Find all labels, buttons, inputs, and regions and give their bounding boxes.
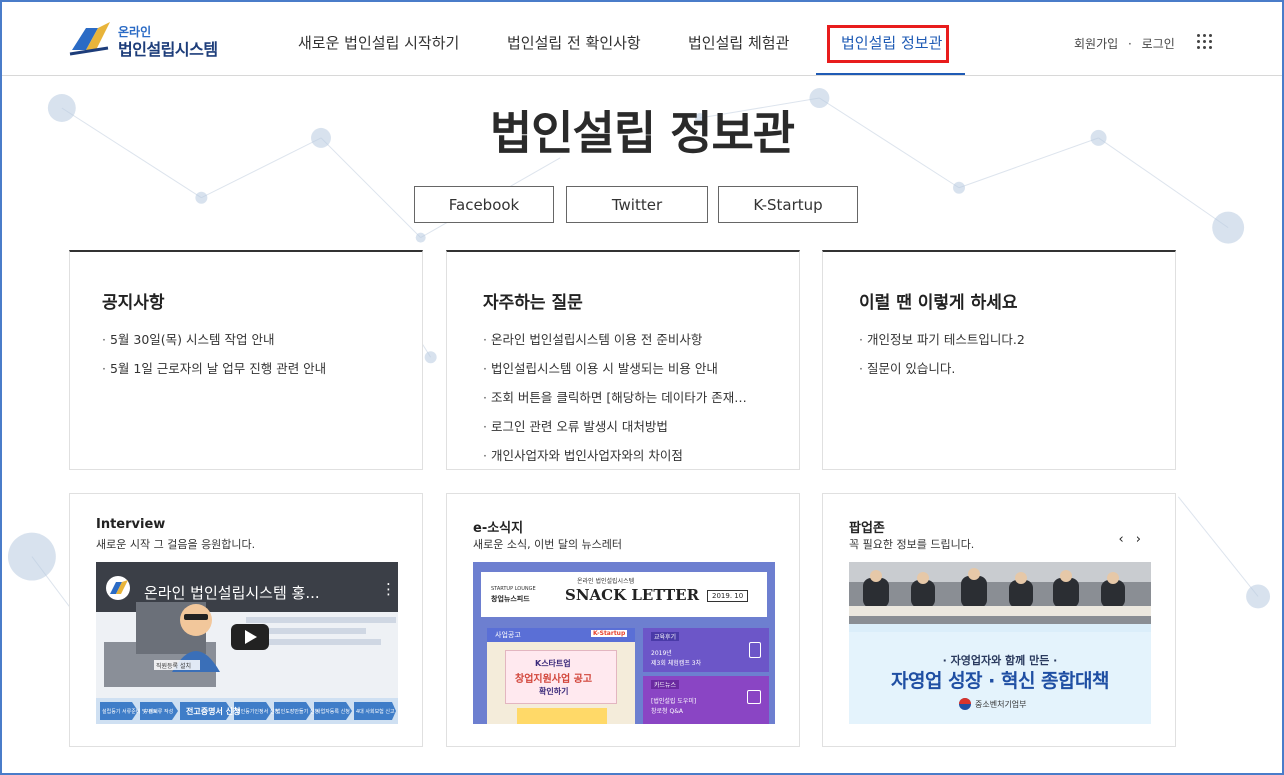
interview-card: Interview 새로운 시작 그 걸음을 응원합니다. 설립등기 서류준비 … [69, 493, 423, 747]
howto-list: 개인정보 파기 테스트입니다.2 질문이 있습니다. [859, 332, 1025, 390]
notice-title[interactable]: 공지사항 [102, 288, 165, 313]
kstartup-panel: 사업공고 K-Startup K스타트업 창업지원사업 공고 확인하기 [487, 628, 635, 724]
edu-line2: 제3회 체험캠프 3차 [651, 660, 702, 667]
logo-icon [69, 22, 110, 56]
notice-list: 5월 30일(목) 시스템 작업 안내 5월 1일 근로자의 날 업무 진행 관… [102, 332, 326, 390]
list-item[interactable]: 온라인 법인설립시스템 이용 전 준비사항 [483, 332, 747, 361]
kstartup-title: K스타트업 [535, 659, 571, 668]
nav-pre-checklist[interactable]: 법인설립 전 확인사항 [507, 32, 641, 53]
logo-icon [106, 576, 130, 600]
interview-title: Interview [96, 517, 166, 532]
site-logo[interactable]: 온라인 법인설립시스템 [68, 20, 238, 60]
list-item[interactable]: 로그인 관련 오류 발생시 대처방법 [483, 419, 747, 448]
section-label: 사업공고 [495, 631, 521, 639]
list-item[interactable]: 법인설립시스템 이용 시 발생되는 비용 안내 [483, 361, 747, 390]
newsletter-name: SNACK LETTER [565, 586, 700, 604]
faq-list: 온라인 법인설립시스템 이용 전 준비사항 법인설립시스템 이용 시 발생되는 … [483, 332, 747, 477]
newsletter-thumbnail[interactable]: STARTUP LOUNGE 창업뉴스피드 온라인 법인설립시스템 SNACK … [473, 562, 775, 724]
popup-banner[interactable]: · 자영업자와 함께 만든 · 자영업 성장 · 혁신 종합대책 중소벤처기업부 [849, 562, 1151, 724]
newsletter-masthead: STARTUP LOUNGE 창업뉴스피드 온라인 법인설립시스템 SNACK … [481, 572, 767, 617]
edit-icon [747, 690, 761, 704]
kstartup-action: 확인하기 [539, 687, 569, 696]
banner-headline: 자영업 성장 · 혁신 종합대책 [891, 670, 1109, 692]
kstartup-badge: K-Startup [591, 630, 628, 637]
system-label: 온라인 법인설립시스템 [577, 578, 635, 585]
faq-card: 자주하는 질문 온라인 법인설립시스템 이용 전 준비사항 법인설립시스템 이용… [446, 250, 800, 470]
clipboard-icon [749, 642, 761, 658]
more-vert-icon[interactable]: ⋮ [381, 580, 396, 598]
lounge-korean: 창업뉴스피드 [491, 595, 530, 603]
cardnews-line1: [법인설립 도우미] [651, 698, 697, 705]
step-label: 법인도장만들기 신청 [276, 708, 319, 715]
list-item[interactable]: 개인사업자와 법인사업자와의 차이점 [483, 448, 747, 477]
notice-card: 공지사항 5월 30일(목) 시스템 작업 안내 5월 1일 근로자의 날 업무… [69, 250, 423, 470]
list-item[interactable]: 5월 30일(목) 시스템 작업 안내 [102, 332, 326, 361]
step-label: 사업자등록 신청 [316, 708, 350, 715]
signup-link[interactable]: 회원가입 [1074, 37, 1118, 51]
nav-experience-hall[interactable]: 법인설립 체험관 [688, 32, 789, 53]
popup-pager: ‹ › [1110, 532, 1141, 547]
nav-start-incorporation[interactable]: 새로운 법인설립 시작하기 [298, 32, 459, 53]
newsletter-subtitle: 새로운 소식, 이번 달의 뉴스레터 [473, 538, 623, 551]
logo-line2: 법인설립시스템 [118, 40, 218, 59]
edu-tag: 교육후기 [651, 632, 680, 641]
popup-zone-card: 팝업존 꼭 필요한 정보를 드립니다. ‹ › · 자영업자와 함께 만든 · … [822, 493, 1176, 747]
video-title: 온라인 법인설립시스템 홍... [144, 584, 320, 602]
facebook-button[interactable]: Facebook [414, 186, 554, 223]
howto-card: 이럴 땐 이렇게 하세요 개인정보 파기 테스트입니다.2 질문이 있습니다. [822, 250, 1176, 470]
newsletter-card: e-소식지 새로운 소식, 이번 달의 뉴스레터 STARTUP LOUNGE … [446, 493, 800, 747]
chevron-right-icon[interactable]: › [1136, 532, 1141, 547]
step-label: 구비서류 작성 [144, 708, 173, 715]
step-label: 전고증명서 신청 [186, 706, 240, 716]
edu-panel: 교육후기 2019년 제3회 체험캠프 3차 [643, 628, 769, 672]
auth-links: 회원가입 · 로그인 [1074, 35, 1175, 52]
page-title: 법인설립 정보관 [489, 106, 795, 160]
login-link[interactable]: 로그인 [1142, 37, 1175, 51]
grid-dots-icon[interactable] [1197, 34, 1213, 50]
step-label: 법인등기인정서 신청 [236, 708, 279, 715]
highlight-box [827, 25, 949, 63]
popup-subtitle: 꼭 필요한 정보를 드립니다. [849, 538, 975, 551]
top-header: 온라인 법인설립시스템 새로운 법인설립 시작하기 법인설립 전 확인사항 법인… [2, 2, 1282, 76]
cardnews-tag: 카드뉴스 [651, 680, 680, 689]
lounge-label: STARTUP LOUNGE [491, 586, 536, 592]
issue-date: 2019. 10 [707, 590, 749, 602]
twitter-button[interactable]: Twitter [566, 186, 708, 223]
howto-title[interactable]: 이럴 땐 이렇게 하세요 [859, 288, 1018, 313]
list-item[interactable]: 조회 버튼을 클릭하면 [해당하는 데이타가 존재… [483, 390, 747, 419]
cardnews-panel: 카드뉴스 [법인설립 도우미] 창로청 Q&A [643, 676, 769, 724]
cardnews-line2: 창로청 Q&A [651, 708, 683, 715]
video-caption: 직원등록 설치 [156, 662, 191, 670]
interview-video[interactable]: 설립등기 서류준비 및 검토 구비서류 작성 전고증명서 신청 법인등기인정서 … [96, 562, 398, 724]
faq-title[interactable]: 자주하는 질문 [483, 288, 583, 313]
edu-line1: 2019년 [651, 650, 672, 657]
list-item[interactable]: 개인정보 파기 테스트입니다.2 [859, 332, 1025, 361]
list-item[interactable]: 5월 1일 근로자의 날 업무 진행 관련 안내 [102, 361, 326, 390]
auth-separator: · [1128, 37, 1132, 51]
newsletter-title: e-소식지 [473, 521, 524, 536]
step-label: 4대 사회보험 신고 [356, 708, 395, 715]
popup-title: 팝업존 [849, 521, 885, 536]
interview-subtitle: 새로운 시작 그 걸음을 응원합니다. [96, 538, 256, 551]
ministry-label: 중소벤처기업부 [975, 700, 1027, 709]
nav-active-underline [816, 73, 965, 75]
list-item[interactable]: 질문이 있습니다. [859, 361, 1025, 390]
kstartup-button[interactable]: K-Startup [718, 186, 858, 223]
kstartup-subtitle: 창업지원사업 공고 [515, 674, 593, 685]
chevron-left-icon[interactable]: ‹ [1118, 532, 1123, 547]
browser-frame: 온라인 법인설립시스템 새로운 법인설립 시작하기 법인설립 전 확인사항 법인… [0, 0, 1284, 775]
